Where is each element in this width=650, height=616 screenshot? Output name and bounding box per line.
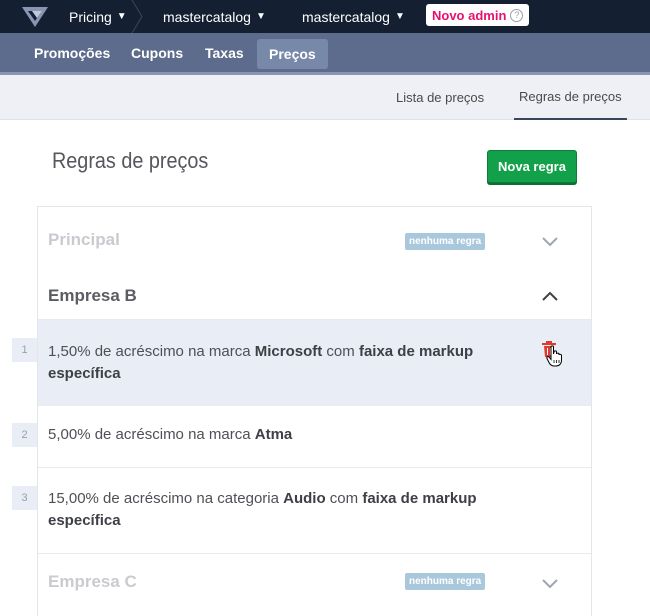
help-icon[interactable]: ?: [510, 8, 524, 22]
chevron-down-icon: ▼: [116, 11, 127, 22]
rule-text: com: [322, 343, 359, 360]
group-title: Empresa B: [48, 286, 137, 305]
no-rules-tag: nenhuma regra: [405, 233, 486, 250]
rule-target: Audio: [283, 490, 326, 507]
rule-description: 1,50% de acréscimo na marca Microsoft co…: [48, 341, 508, 385]
rule-index: 2: [12, 423, 37, 447]
group-header-empresa-b[interactable]: Empresa B: [38, 268, 591, 324]
rule-text: 15,00% de acréscimo na categoria: [48, 490, 284, 507]
tab-cupons[interactable]: Cupons: [131, 33, 183, 72]
tab-precos[interactable]: Preços: [257, 39, 328, 69]
chevron-down-icon: ▼: [255, 11, 266, 22]
tab-promocoes[interactable]: Promoções: [34, 33, 110, 72]
workspace-selector-label: mastercatalog: [302, 8, 390, 25]
new-rule-button[interactable]: Nova regra: [487, 150, 577, 183]
subtab-price-lists[interactable]: Lista de preços: [396, 75, 484, 120]
tab-taxas[interactable]: Taxas: [205, 33, 244, 72]
breadcrumb-separator: [131, 0, 143, 33]
rule-index: 1: [12, 338, 37, 362]
price-rules-card: Principal nenhuma regra Empresa B 1,50% …: [37, 206, 592, 616]
rule-row[interactable]: 1,50% de acréscimo na marca Microsoft co…: [38, 319, 591, 405]
rule-description: 15,00% de acréscimo na categoria Audio c…: [48, 488, 508, 532]
rule-text: 5,00% de acréscimo na marca: [48, 426, 255, 443]
account-selector-label: mastercatalog: [163, 8, 251, 25]
chevron-up-icon[interactable]: [540, 289, 560, 303]
sub-tabs: Lista de preços Regras de preços: [0, 75, 650, 120]
module-tabs: Promoções Cupons Taxas Preços: [0, 33, 650, 75]
top-bar: Pricing ▼ mastercatalog ▼ mastercatalog …: [0, 0, 650, 33]
page-title: Regras de preços: [52, 148, 209, 173]
app-selector[interactable]: Pricing ▼: [69, 0, 127, 33]
group-title: Principal: [48, 230, 120, 249]
group-header-principal[interactable]: Principal nenhuma regra: [38, 212, 591, 268]
chevron-down-icon: ▼: [394, 11, 405, 22]
rule-text: 1,50% de acréscimo na marca: [48, 343, 255, 360]
chevron-down-icon[interactable]: [540, 234, 560, 248]
no-rules-tag: nenhuma regra: [405, 573, 486, 590]
rule-description: 5,00% de acréscimo na marca Atma: [48, 424, 508, 446]
workspace-selector[interactable]: mastercatalog ▼: [302, 0, 405, 33]
vtex-logo-icon[interactable]: [20, 5, 50, 29]
group-title: Empresa C: [48, 572, 137, 591]
group-header-empresa-c[interactable]: Empresa C nenhuma regra: [38, 553, 591, 609]
hand-cursor-icon: [546, 345, 562, 367]
rule-text: com: [325, 490, 363, 507]
rule-target: Microsoft: [254, 343, 323, 360]
rule-target: Atma: [254, 426, 293, 443]
rule-row[interactable]: 15,00% de acréscimo na categoria Audio c…: [38, 467, 591, 553]
new-admin-badge[interactable]: Novo admin ?: [426, 4, 530, 26]
subtab-price-rules[interactable]: Regras de preços: [514, 75, 627, 120]
account-selector[interactable]: mastercatalog ▼: [163, 0, 266, 33]
app-selector-label: Pricing: [69, 8, 112, 25]
rule-row[interactable]: 5,00% de acréscimo na marca Atma: [38, 405, 591, 467]
new-admin-label: Novo admin: [432, 7, 507, 23]
rule-index: 3: [12, 486, 37, 510]
chevron-down-icon[interactable]: [540, 576, 560, 590]
